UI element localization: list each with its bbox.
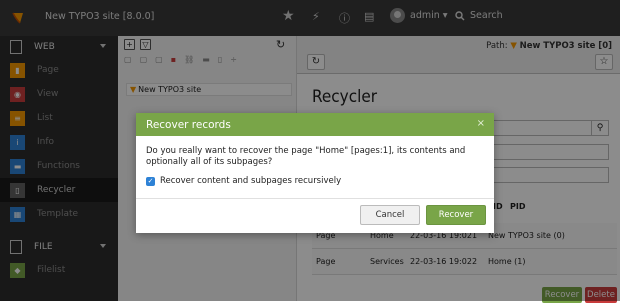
close-icon[interactable]: × [477, 118, 485, 129]
modal-title: Recover records [146, 118, 231, 131]
recover-button[interactable]: Recover [426, 205, 486, 225]
modal-footer: Cancel Recover [136, 199, 494, 233]
cancel-button[interactable]: Cancel [360, 205, 420, 225]
recursive-checkbox[interactable]: ✓ [146, 177, 155, 186]
recover-records-dialog: Recover records × Do you really want to … [136, 113, 494, 233]
modal-body: Do you really want to recover the page "… [136, 136, 494, 199]
modal-header: Recover records × [136, 113, 494, 136]
recursive-checkbox-row[interactable]: ✓ Recover content and subpages recursive… [146, 176, 484, 187]
recursive-checkbox-label: Recover content and subpages recursively [160, 176, 342, 186]
modal-message: Do you really want to recover the page "… [146, 146, 466, 167]
